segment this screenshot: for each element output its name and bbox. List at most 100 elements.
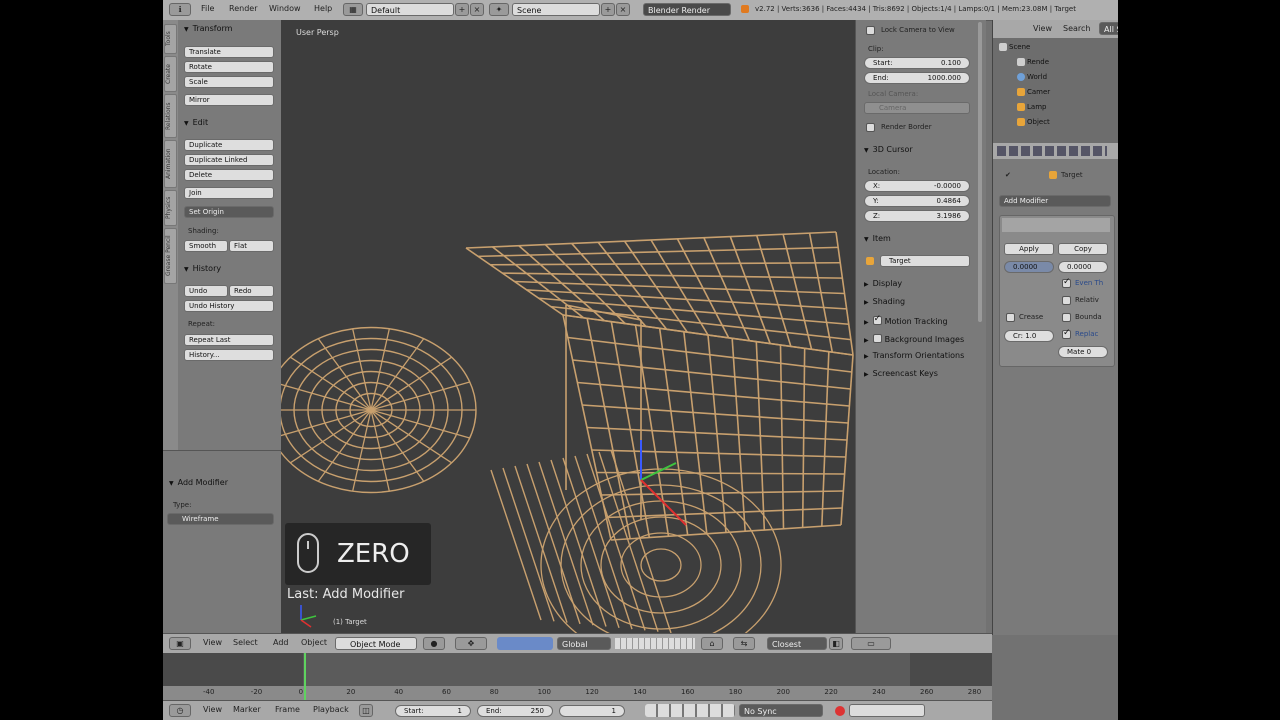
npanel-scrollbar[interactable] (978, 22, 982, 322)
lock-camera-checkbox[interactable] (866, 26, 875, 35)
start-frame-field[interactable]: Start: 1 (395, 705, 471, 717)
3d-viewport[interactable]: User Persp ZERO Last: Add Modifier (1) T… (281, 20, 855, 633)
scene-remove-icon[interactable]: × (616, 3, 630, 16)
panel-edit-header[interactable]: ▼ Edit (184, 118, 208, 127)
menu-render[interactable]: Render (229, 4, 257, 13)
scale-button[interactable]: Scale (184, 76, 274, 88)
scene-icon[interactable]: ✦ (489, 3, 509, 16)
tab-physics[interactable]: Physics (164, 190, 177, 226)
menu-select[interactable]: Select (233, 638, 258, 647)
outliner-item-camera[interactable]: Camer (1017, 88, 1050, 96)
editor-type-icon[interactable]: ◷ (169, 704, 191, 717)
layout-remove-icon[interactable]: × (470, 3, 484, 16)
outliner-search-menu[interactable]: Search (1063, 24, 1090, 33)
cursor-panel-header[interactable]: ▼ 3D Cursor (864, 145, 913, 154)
menu-frame[interactable]: Frame (275, 705, 300, 714)
redo-button[interactable]: Redo (229, 285, 274, 297)
undo-button[interactable]: Undo (184, 285, 228, 297)
menu-view[interactable]: View (203, 705, 222, 714)
display-panel-header[interactable]: ▶ Display (864, 279, 902, 288)
history-button[interactable]: History... (184, 349, 274, 361)
duplicate-linked-button[interactable]: Duplicate Linked (184, 154, 274, 166)
tab-relations[interactable]: Relations (164, 94, 177, 138)
lock-layers-icon[interactable]: ⌂ (701, 637, 723, 650)
menu-object[interactable]: Object (301, 638, 327, 647)
duplicate-button[interactable]: Duplicate (184, 139, 274, 151)
end-frame-field[interactable]: End: 250 (477, 705, 553, 717)
copy-button[interactable]: Copy (1058, 243, 1108, 255)
clip-end-field[interactable]: End: 1000.000 (864, 72, 970, 84)
smooth-button[interactable]: Smooth (184, 240, 228, 252)
menu-marker[interactable]: Marker (233, 705, 261, 714)
tab-grease-pencil[interactable]: Grease Pencil (164, 228, 177, 284)
outliner-item-object[interactable]: Object (1017, 118, 1050, 126)
cursor-y-field[interactable]: Y: 0.4864 (864, 195, 970, 207)
menu-add[interactable]: Add (273, 638, 289, 647)
material-offset-field[interactable]: Mate 0 (1058, 346, 1108, 358)
clip-start-field[interactable]: Start: 0.100 (864, 57, 970, 69)
transform-orientation-select[interactable]: Global (557, 637, 611, 650)
current-frame-field[interactable]: 1 (559, 705, 625, 717)
set-origin-dropdown[interactable]: Set Origin (184, 206, 274, 218)
motion-tracking-panel-header[interactable]: ▶ Motion Tracking (864, 314, 948, 326)
shading-panel-header[interactable]: ▶ Shading (864, 297, 905, 306)
flat-button[interactable]: Flat (229, 240, 274, 252)
operator-header[interactable]: ▼ Add Modifier (169, 478, 228, 487)
menu-view[interactable]: View (203, 638, 222, 647)
pin-icon[interactable]: ✔ (1005, 171, 1011, 179)
motion-tracking-checkbox[interactable] (872, 314, 882, 325)
current-frame-line[interactable] (304, 653, 306, 700)
preview-range-icon[interactable]: ◫ (359, 704, 373, 717)
crease-weight-field[interactable]: Cr: 1.0 (1004, 330, 1054, 342)
outliner-item-lamp[interactable]: Lamp (1017, 103, 1046, 111)
even-thickness-checkbox[interactable] (1062, 277, 1071, 288)
outliner-item-world[interactable]: World (1017, 73, 1047, 81)
menu-help[interactable]: Help (314, 4, 332, 13)
editor-type-icon[interactable]: ℹ (169, 3, 191, 16)
boundary-checkbox[interactable] (1062, 313, 1071, 322)
delete-button[interactable]: Delete (184, 169, 274, 181)
background-images-checkbox[interactable] (872, 334, 882, 343)
snap-icon[interactable]: ⇆ (733, 637, 755, 650)
layout-grid-icon[interactable]: ▦ (343, 3, 363, 16)
transform-orientations-panel-header[interactable]: ▶ Transform Orientations (864, 351, 964, 360)
join-button[interactable]: Join (184, 187, 274, 199)
panel-transform-header[interactable]: ▼ Transform (184, 24, 232, 33)
repeat-last-button[interactable]: Repeat Last (184, 334, 274, 346)
menu-window[interactable]: Window (269, 4, 301, 13)
local-camera-field[interactable]: Camera (864, 102, 970, 114)
timeline[interactable]: -40 -20 0 20 40 60 80 100 120 140 160 180 200 220 240 2… (163, 653, 992, 700)
replace-checkbox[interactable] (1062, 328, 1071, 339)
layer-buttons[interactable] (615, 638, 695, 649)
outliner-item-scene[interactable]: Scene (999, 43, 1030, 51)
render-preview-icon[interactable]: ◧ (829, 637, 843, 650)
background-images-panel-header[interactable]: ▶ Background Images (864, 333, 964, 344)
cursor-z-field[interactable]: Z: 3.1986 (864, 210, 970, 222)
layout-select[interactable]: Default (366, 3, 454, 16)
pivot-point-icon[interactable]: ✥ (455, 637, 487, 650)
sync-mode-select[interactable]: No Sync (739, 704, 823, 717)
rotate-button[interactable]: Rotate (184, 61, 274, 73)
apply-button[interactable]: Apply (1004, 243, 1054, 255)
tab-tools[interactable]: Tools (164, 24, 177, 54)
tab-animation[interactable]: Animation (164, 140, 177, 188)
snap-target-select[interactable]: Closest (767, 637, 827, 650)
outliner-item-render[interactable]: Rende (1017, 58, 1049, 66)
crease-checkbox[interactable] (1006, 313, 1015, 322)
item-name-field[interactable]: Target (880, 255, 970, 267)
mirror-button[interactable]: Mirror (184, 94, 274, 106)
scene-add-icon[interactable]: + (601, 3, 615, 16)
scene-select[interactable]: Scene (512, 3, 600, 16)
panel-history-header[interactable]: ▼ History (184, 264, 221, 273)
modifier-header[interactable] (1002, 218, 1110, 232)
record-icon[interactable] (835, 706, 845, 716)
render-engine-select[interactable]: Blender Render (643, 3, 731, 16)
manipulator-buttons[interactable] (497, 637, 553, 650)
viewport-shading-icon[interactable]: ● (423, 637, 445, 650)
translate-button[interactable]: Translate (184, 46, 274, 58)
layout-add-icon[interactable]: + (455, 3, 469, 16)
properties-context-icons[interactable] (997, 146, 1107, 156)
relative-checkbox[interactable] (1062, 296, 1071, 305)
undo-history-button[interactable]: Undo History (184, 300, 274, 312)
mode-select[interactable]: Object Mode (335, 637, 417, 650)
